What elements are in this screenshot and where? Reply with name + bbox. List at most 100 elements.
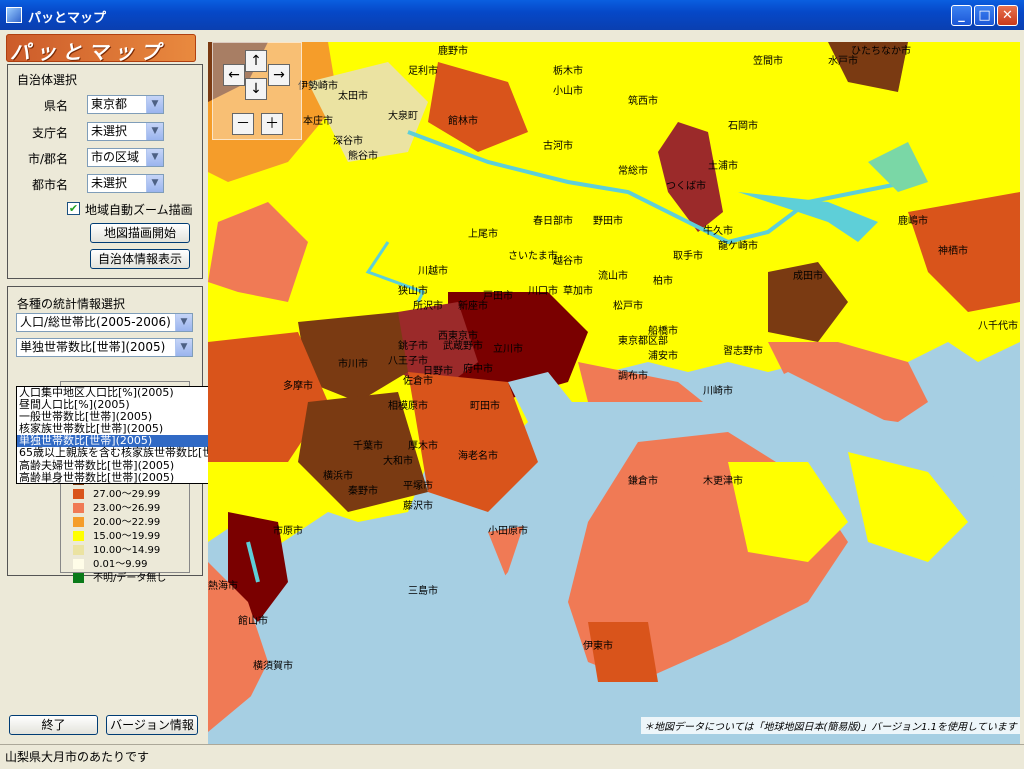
gun-select[interactable]: 市の区域 ▼: [87, 148, 164, 167]
city-label: 町田市: [470, 401, 500, 412]
exit-button[interactable]: 終了: [9, 715, 98, 735]
pan-up-button[interactable]: ↑: [245, 50, 267, 72]
city-label: 松戸市: [613, 301, 643, 312]
app-window: パッとマップ _ □ ✕ パッとマップ 自治体選択 県名 東京都 ▼ 支庁名 未選…: [0, 0, 1024, 769]
pan-right-button[interactable]: →: [268, 64, 290, 86]
city-label: 越谷市: [553, 256, 583, 267]
pref-value: 東京都: [91, 97, 128, 111]
maximize-button[interactable]: □: [974, 5, 995, 26]
window-title: パッとマップ: [28, 11, 107, 26]
legend-swatch: [73, 559, 84, 569]
city-label: 足利市: [408, 66, 438, 77]
map-view[interactable]: 鹿野市 ひたちなか市 笠間市 水戸市 伊勢崎市 足利市 栃木市 小山市 太田市 大泉町 館林市 筑西市…: [208, 42, 1020, 744]
arrow-left-icon: ←: [228, 67, 240, 83]
dropdown-option[interactable]: 高齢夫婦世帯数比[世帯](2005): [17, 459, 234, 472]
legend-label: 27.00～29.99: [93, 489, 161, 500]
city-label: 小田原市: [488, 526, 528, 537]
draw-map-button[interactable]: 地図描画開始: [90, 223, 190, 243]
stats-group-title: 各種の統計情報選択: [17, 297, 126, 311]
close-button[interactable]: ✕: [997, 5, 1018, 26]
city-label: 取手市: [673, 251, 703, 262]
city-label: 府中市: [463, 364, 493, 375]
stats-item-dropdown[interactable]: 人口集中地区人口比[%](2005) 昼間人口比[%](2005) 一般世帯数比[世…: [16, 386, 235, 484]
city-label: 大泉町: [388, 111, 418, 122]
status-bar: 山梨県大月市のあたりです: [0, 744, 1024, 769]
chevron-down-icon[interactable]: ▼: [146, 149, 163, 166]
city-label: 秦野市: [348, 486, 378, 497]
city-label: 牛久市: [703, 226, 733, 237]
city-label: 市原市: [273, 526, 303, 537]
pref-select[interactable]: 東京都 ▼: [87, 95, 164, 114]
city-select[interactable]: 未選択 ▼: [87, 174, 164, 193]
city-label: 笠間市: [753, 56, 783, 67]
city-label: 伊勢崎市: [298, 81, 338, 92]
city-label: 栃木市: [553, 66, 583, 77]
dropdown-list: 人口集中地区人口比[%](2005) 昼間人口比[%](2005) 一般世帯数比[世…: [17, 387, 234, 483]
city-label: 武蔵野市: [443, 341, 483, 352]
chevron-down-icon[interactable]: ▼: [146, 175, 163, 192]
minimize-button[interactable]: _: [951, 5, 972, 26]
city-label: 太田市: [338, 91, 368, 102]
city-label: 柏市: [653, 276, 673, 287]
zoom-out-button[interactable]: －: [232, 113, 254, 135]
city-label: さいたま市: [508, 251, 558, 262]
dropdown-option[interactable]: 65歳以上親族を含む核家族世帯数比[世: [17, 447, 234, 459]
auto-zoom-checkbox[interactable]: ✔: [67, 202, 80, 215]
arrow-up-icon: ↑: [250, 53, 262, 69]
stats-item-select[interactable]: 単独世帯数比[世帯](2005) ▼: [16, 338, 193, 357]
city-label: 土浦市: [708, 161, 738, 172]
chevron-down-icon[interactable]: ▼: [175, 339, 192, 356]
chevron-down-icon[interactable]: ▼: [146, 123, 163, 140]
legend-label: 不明/データ無し: [93, 573, 167, 584]
pan-left-button[interactable]: ←: [223, 64, 245, 86]
legend-swatch: [73, 489, 84, 499]
city-label: 東京都区部: [618, 336, 668, 347]
city-label: 八千代市: [978, 321, 1018, 332]
city-label: 館林市: [448, 116, 478, 127]
legend-label: 0.01～9.99: [93, 559, 148, 570]
city-label: 調布市: [618, 371, 648, 382]
city-label: 川崎市: [703, 386, 733, 397]
city-label: 横須賀市: [253, 661, 293, 672]
city-label: 筑西市: [628, 96, 658, 107]
legend-swatch: [73, 531, 84, 541]
chevron-down-icon[interactable]: ▼: [146, 96, 163, 113]
checkmark-icon: ✔: [68, 202, 79, 215]
chevron-down-icon[interactable]: ▼: [175, 314, 192, 331]
stats-item-value: 単独世帯数比[世帯](2005): [20, 340, 166, 354]
city-label: 三島市: [408, 586, 438, 597]
shicho-select[interactable]: 未選択 ▼: [87, 122, 164, 141]
legend-swatch: [73, 573, 84, 583]
city-label: 流山市: [598, 271, 628, 282]
legend-label: 20.00～22.99: [93, 517, 161, 528]
city-label: 龍ケ崎市: [718, 241, 758, 252]
city-label: 狭山市: [398, 286, 428, 297]
dropdown-option[interactable]: 高齢単身世帯数比[世帯](2005): [17, 471, 234, 483]
stats-category-select[interactable]: 人口/総世帯比(2005-2006) ▼: [16, 313, 193, 332]
city-label: 木更津市: [703, 476, 743, 487]
choropleth-map[interactable]: [208, 42, 1020, 744]
city-label: 習志野市: [723, 346, 763, 357]
city-label: 野田市: [593, 216, 623, 227]
city-label: 平塚市: [403, 481, 433, 492]
city-label: 鹿野市: [438, 46, 468, 57]
city-label: 都市名: [31, 178, 68, 192]
legend-swatch: [73, 517, 84, 527]
city-label: 佐倉市: [403, 376, 433, 387]
city-label: 川越市: [418, 266, 448, 277]
shicho-label: 支庁名: [31, 126, 68, 140]
jichitai-group-title: 自治体選択: [17, 73, 78, 87]
city-label: 伊東市: [583, 641, 613, 652]
show-info-button[interactable]: 自治体情報表示: [90, 249, 190, 269]
legend-label: 15.00～19.99: [93, 531, 161, 542]
city-label: 熊谷市: [348, 151, 378, 162]
zoom-in-button[interactable]: ＋: [261, 113, 283, 135]
minimize-icon: _: [958, 8, 965, 23]
city-label: 熱海市: [208, 581, 238, 592]
version-info-button[interactable]: バージョン情報: [106, 715, 198, 735]
legend-label: 23.00～26.99: [93, 503, 161, 514]
city-label: 春日部市: [533, 216, 573, 227]
city-label: 大和市: [383, 456, 413, 467]
city-label: 海老名市: [458, 451, 498, 462]
pan-down-button[interactable]: ↓: [245, 78, 267, 100]
